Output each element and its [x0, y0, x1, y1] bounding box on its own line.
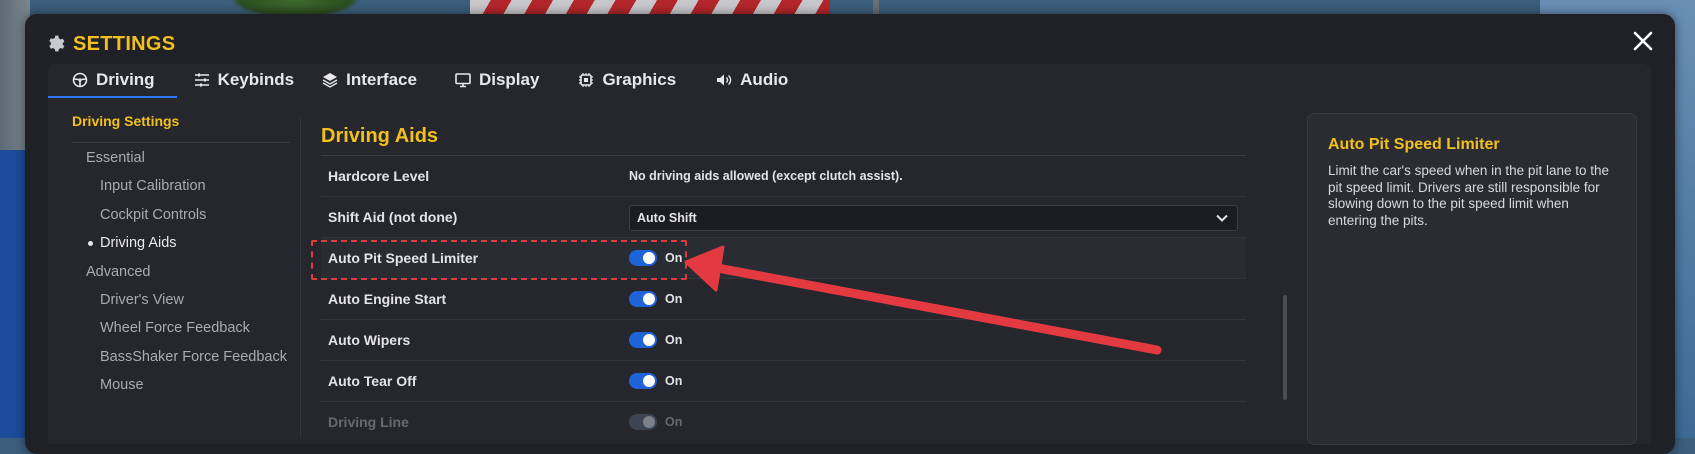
- chevron-down-icon: [1216, 214, 1228, 222]
- settings-scrollbar[interactable]: [1283, 295, 1287, 400]
- setting-row-hardcore-level: Hardcore Level No driving aids allowed (…: [321, 156, 1246, 197]
- sidebar-item-label: Driving Aids: [100, 235, 177, 251]
- setting-row-auto-tear-off: Auto Tear Off On: [321, 361, 1246, 402]
- sliders-icon: [194, 72, 210, 88]
- annotation-highlight-box: [311, 240, 687, 280]
- tab-label: Audio: [740, 70, 789, 89]
- setting-label: Driving Line: [328, 414, 409, 430]
- setting-row-shift-aid: Shift Aid (not done) Auto Shift: [321, 197, 1246, 238]
- sidebar-divider: [72, 142, 290, 143]
- help-description: Limit the car's speed when in the pit la…: [1328, 163, 1609, 228]
- tab-keybinds[interactable]: Keybinds: [177, 64, 309, 96]
- chip-icon: [578, 72, 594, 88]
- window-title: SETTINGS: [73, 32, 176, 55]
- close-button[interactable]: [1628, 28, 1658, 58]
- auto-wipers-toggle[interactable]: [629, 332, 657, 348]
- dropdown-value: Auto Shift: [637, 211, 697, 225]
- setting-row-auto-engine-start: Auto Engine Start On: [321, 279, 1246, 320]
- sidebar-item-wheel-force-feedback[interactable]: Wheel Force Feedback: [100, 320, 250, 336]
- section-title: Driving Aids: [321, 125, 439, 147]
- setting-label: Hardcore Level: [328, 168, 430, 184]
- sidebar-item-mouse[interactable]: Mouse: [100, 377, 144, 393]
- setting-label: Auto Tear Off: [328, 373, 417, 389]
- setting-row-driving-line: Driving Line On: [321, 402, 1246, 442]
- layers-icon: [322, 72, 338, 88]
- setting-label: Shift Aid (not done): [328, 209, 458, 225]
- shift-aid-dropdown[interactable]: Auto Shift: [629, 205, 1238, 231]
- sidebar-title: Driving Settings: [72, 113, 180, 129]
- tab-display[interactable]: Display: [431, 64, 561, 96]
- tab-driving[interactable]: Driving: [48, 64, 177, 98]
- tab-label: Keybinds: [217, 70, 295, 89]
- toggle-state: On: [665, 374, 683, 388]
- sidebar-group-essential[interactable]: Essential: [86, 150, 145, 166]
- gear-icon: [45, 34, 65, 54]
- toggle-knob: [643, 375, 655, 387]
- tab-label: Interface: [346, 70, 417, 89]
- toggle-state: On: [665, 333, 683, 347]
- title-bar: SETTINGS: [45, 30, 175, 58]
- setting-label: Auto Engine Start: [328, 291, 447, 307]
- auto-tear-off-toggle[interactable]: [629, 373, 657, 389]
- tab-graphics[interactable]: Graphics: [561, 64, 698, 96]
- setting-row-auto-wipers: Auto Wipers On: [321, 320, 1246, 361]
- sidebar-item-driving-aids[interactable]: Driving Aids: [88, 235, 177, 251]
- tab-interface[interactable]: Interface: [308, 64, 431, 96]
- close-icon: [1633, 31, 1653, 51]
- tab-label: Driving: [96, 70, 155, 89]
- steering-wheel-icon: [72, 72, 88, 88]
- auto-engine-start-toggle[interactable]: [629, 291, 657, 307]
- sidebar-vertical-divider: [300, 117, 301, 438]
- toggle-knob: [643, 416, 655, 428]
- toggle-knob: [643, 293, 655, 305]
- toggle-knob: [643, 334, 655, 346]
- active-bullet: [88, 241, 93, 246]
- sidebar-item-bassshaker-force-feedback[interactable]: BassShaker Force Feedback: [100, 349, 287, 365]
- setting-value: No driving aids allowed (except clutch a…: [629, 169, 903, 183]
- tab-audio[interactable]: Audio: [698, 64, 810, 96]
- toggle-state: On: [665, 415, 683, 429]
- toggle-state: On: [665, 292, 683, 306]
- driving-line-toggle[interactable]: [629, 414, 657, 430]
- sidebar: Driving Settings: [72, 105, 312, 143]
- help-panel: Auto Pit Speed Limiter Limit the car's s…: [1307, 113, 1637, 445]
- sidebar-item-drivers-view[interactable]: Driver's View: [100, 292, 184, 308]
- tab-label: Display: [478, 70, 540, 89]
- monitor-icon: [455, 72, 471, 88]
- tab-bar: Driving Keybinds Interface Display Graph…: [48, 64, 810, 98]
- sidebar-item-input-calibration[interactable]: Input Calibration: [100, 178, 206, 194]
- help-title: Auto Pit Speed Limiter: [1328, 136, 1500, 153]
- tab-label: Graphics: [602, 70, 677, 89]
- sidebar-group-advanced[interactable]: Advanced: [86, 264, 151, 280]
- sidebar-item-cockpit-controls[interactable]: Cockpit Controls: [100, 207, 206, 223]
- speaker-icon: [716, 72, 732, 88]
- setting-label: Auto Wipers: [328, 332, 411, 348]
